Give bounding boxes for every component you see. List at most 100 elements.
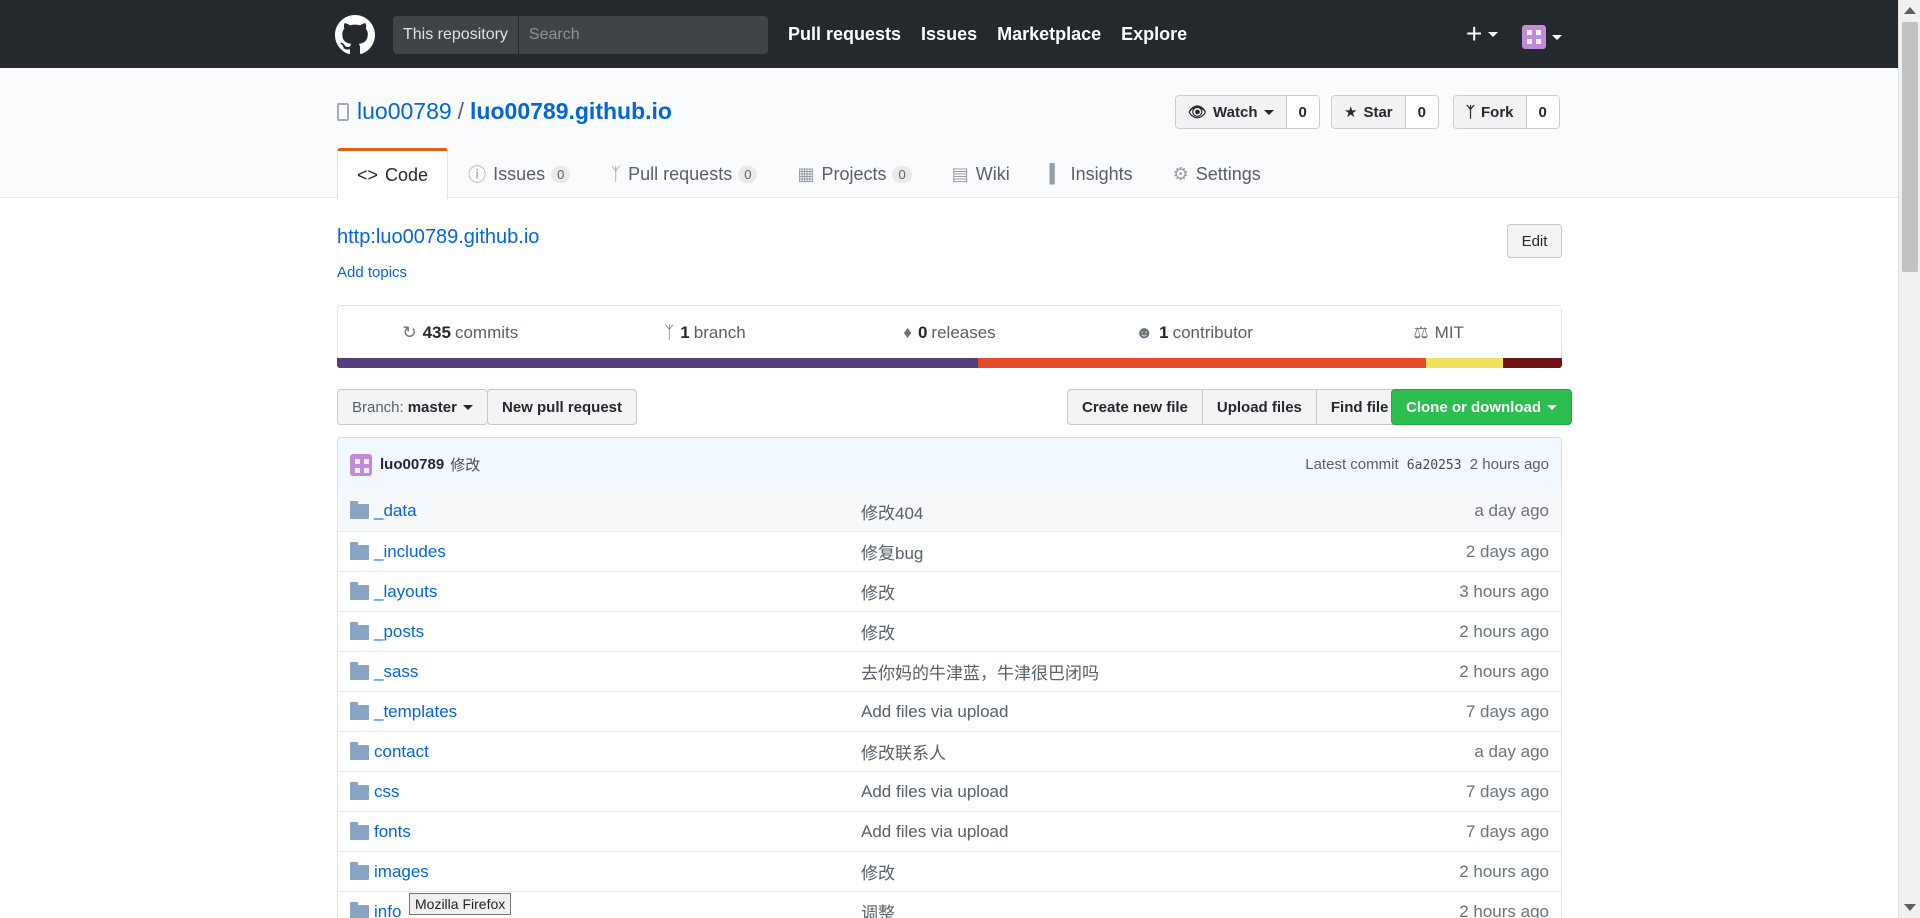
search-box[interactable]: This repository — [393, 16, 768, 54]
file-name-link[interactable]: _sass — [374, 662, 418, 682]
scroll-up-icon[interactable] — [1904, 7, 1916, 14]
file-name-link[interactable]: images — [374, 862, 429, 882]
branch-summary[interactable]: ᛉ 1 branch — [583, 306, 828, 359]
repo-name-link[interactable]: luo00789.github.io — [470, 98, 672, 125]
file-commit-message[interactable]: 去你妈的牛津蓝，牛津很巴闭吗 — [861, 659, 1099, 684]
file-commit-message[interactable]: Add files via upload — [861, 702, 1008, 722]
plus-icon: + — [1466, 18, 1483, 49]
nav-marketplace[interactable]: Marketplace — [997, 24, 1101, 45]
file-age: a day ago — [1474, 741, 1549, 761]
file-commit-message[interactable]: 调整 — [861, 899, 895, 918]
user-menu[interactable] — [1522, 25, 1562, 49]
add-topics-link[interactable]: Add topics — [337, 264, 407, 281]
file-commit-message[interactable]: 修改 — [861, 619, 895, 644]
new-pull-request-button[interactable]: New pull request — [487, 389, 638, 425]
tab-code[interactable]: <> Code — [337, 148, 449, 199]
file-name-link[interactable]: info — [374, 902, 401, 918]
star-icon: ★ — [1344, 104, 1358, 121]
file-name-link[interactable]: _layouts — [374, 582, 437, 602]
license-summary[interactable]: ⚖ MIT — [1316, 306, 1561, 359]
file-name-link[interactable]: _templates — [374, 702, 457, 722]
tab-projects[interactable]: ▦ Projects 0 — [777, 148, 931, 199]
watch-button[interactable]: 👁 Watch — [1176, 96, 1287, 128]
file-age: 7 days ago — [1465, 781, 1549, 801]
file-commit-message[interactable]: Add files via upload — [861, 782, 1008, 802]
fork-button[interactable]: ᛉ Fork — [1454, 96, 1527, 128]
repo-homepage-link[interactable]: http:luo00789.github.io — [337, 226, 539, 249]
file-row: contact 修改联系人 a day ago — [338, 731, 1561, 771]
create-new-file-button[interactable]: Create new file — [1067, 389, 1203, 425]
language-segment[interactable] — [977, 358, 1427, 368]
file-row: _sass 去你妈的牛津蓝，牛津很巴闭吗 2 hours ago — [338, 651, 1561, 691]
nav-explore[interactable]: Explore — [1121, 24, 1187, 45]
star-button[interactable]: ★ Star — [1332, 96, 1406, 128]
avatar — [1522, 25, 1546, 49]
fork-group: ᛉ Fork 0 — [1453, 95, 1560, 129]
author-avatar[interactable] — [350, 453, 372, 476]
file-commit-message[interactable]: 修改联系人 — [861, 739, 946, 764]
scroll-down-icon[interactable] — [1904, 904, 1916, 911]
repo-separator: / — [457, 98, 465, 124]
file-name-link[interactable]: contact — [374, 742, 429, 762]
commits-summary[interactable]: ↻ 435 commits — [338, 306, 583, 359]
file-commit-message[interactable]: 修改 — [861, 579, 895, 604]
tooltip: Mozilla Firefox — [409, 893, 512, 915]
file-commit-message[interactable]: 修改 — [861, 859, 895, 884]
file-row: _layouts 修改 3 hours ago — [338, 571, 1561, 611]
file-age: 3 hours ago — [1459, 581, 1549, 601]
commit-age: 2 hours ago — [1469, 456, 1549, 473]
language-segment[interactable] — [337, 358, 978, 368]
tab-insights[interactable]: ▍ Insights — [1030, 148, 1153, 199]
file-commit-message[interactable]: 修改404 — [861, 499, 923, 524]
file-name-link[interactable]: _posts — [374, 622, 424, 642]
tab-pull-requests[interactable]: ᛉ Pull requests 0 — [590, 148, 777, 199]
scroll-thumb[interactable] — [1902, 22, 1918, 272]
tag-icon: ♦ — [903, 322, 912, 342]
contributors-summary[interactable]: ☻ 1 contributor — [1072, 306, 1317, 359]
file-row: _posts 修改 2 hours ago — [338, 611, 1561, 651]
repo-header: luo00789 / luo00789.github.io 👁 Watch 0 … — [0, 68, 1898, 199]
language-segment[interactable] — [1503, 358, 1562, 368]
file-name-link[interactable]: fonts — [374, 822, 411, 842]
clone-or-download-button[interactable]: Clone or download — [1391, 389, 1572, 425]
commit-author[interactable]: luo00789 — [380, 456, 444, 473]
chevron-down-icon — [1552, 34, 1562, 40]
latest-commit-bar: luo00789 修改 Latest commit 6a20253 2 hour… — [337, 437, 1562, 492]
language-segment[interactable] — [1426, 358, 1504, 368]
nav-pull-requests[interactable]: Pull requests — [788, 24, 901, 45]
commit-sha[interactable]: 6a20253 — [1407, 458, 1462, 473]
tab-settings[interactable]: ⚙ Settings — [1153, 148, 1281, 199]
upload-files-button[interactable]: Upload files — [1201, 389, 1317, 425]
folder-icon — [350, 662, 369, 680]
github-logo-icon[interactable] — [335, 15, 375, 55]
folder-icon — [350, 822, 369, 840]
file-row: css Add files via upload 7 days ago — [338, 771, 1561, 811]
branch-select-button[interactable]: Branch: master — [337, 389, 488, 425]
commit-message[interactable]: 修改 — [450, 454, 480, 475]
file-name-link[interactable]: _data — [374, 501, 417, 521]
language-bar[interactable] — [337, 358, 1562, 368]
file-row: images 修改 2 hours ago — [338, 851, 1561, 891]
edit-button[interactable]: Edit — [1507, 224, 1562, 258]
fork-count[interactable]: 0 — [1526, 96, 1559, 128]
create-new-menu[interactable]: + — [1466, 18, 1499, 49]
search-input[interactable] — [518, 16, 768, 54]
repo-owner-link[interactable]: luo00789 — [357, 98, 452, 125]
file-commit-message[interactable]: 修复bug — [861, 539, 923, 564]
file-name-link[interactable]: css — [374, 782, 400, 802]
issue-icon: ⓘ — [468, 165, 487, 185]
chevron-down-icon — [1263, 109, 1274, 115]
star-count[interactable]: 0 — [1405, 96, 1438, 128]
watch-count[interactable]: 0 — [1286, 96, 1319, 128]
file-name-link[interactable]: _includes — [374, 542, 446, 562]
nav-issues[interactable]: Issues — [921, 24, 977, 45]
repo-icon — [337, 102, 349, 121]
releases-summary[interactable]: ♦ 0 releases — [827, 306, 1072, 359]
tab-issues[interactable]: ⓘ Issues 0 — [448, 148, 590, 199]
scrollbar[interactable] — [1898, 0, 1920, 918]
file-commit-message[interactable]: Add files via upload — [861, 822, 1008, 842]
tab-wiki[interactable]: ▤ Wiki — [932, 148, 1030, 199]
watch-group: 👁 Watch 0 — [1175, 95, 1320, 129]
code-icon: <> — [357, 164, 379, 185]
file-age: 7 days ago — [1465, 821, 1549, 841]
